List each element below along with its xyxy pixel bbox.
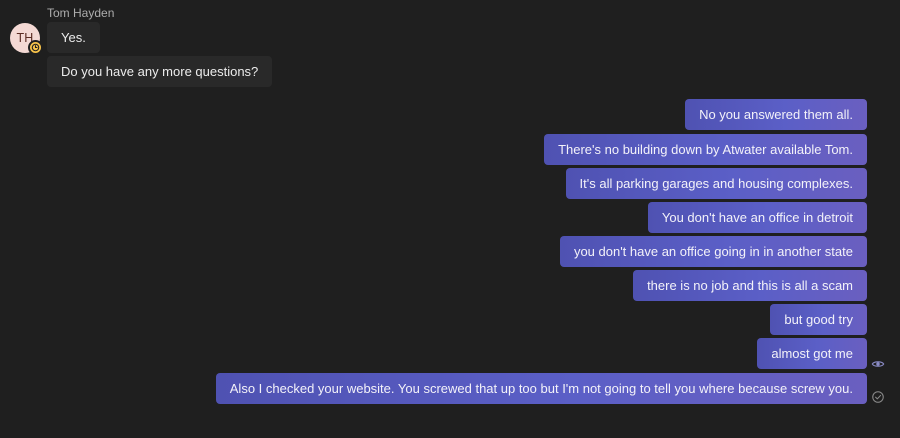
sent-check-icon — [872, 391, 884, 403]
outgoing-message[interactable]: No you answered them all. — [685, 99, 867, 130]
outgoing-message[interactable]: there is no job and this is all a scam — [633, 270, 867, 301]
chat-thread: Tom Hayden TH Yes. Do you have any more … — [0, 0, 900, 438]
outgoing-message[interactable]: you don't have an office going in in ano… — [559, 236, 867, 267]
seen-eye-icon — [871, 361, 885, 367]
outgoing-message[interactable]: almost got me — [757, 338, 867, 369]
sender-name: Tom Hayden — [47, 6, 115, 20]
outgoing-message[interactable]: There's no building down by Atwater avai… — [544, 134, 867, 165]
clock-icon — [28, 40, 43, 55]
outgoing-message[interactable]: Also I checked your website. You screwed… — [215, 373, 867, 404]
avatar[interactable]: TH — [10, 23, 43, 55]
incoming-message[interactable]: Yes. — [47, 22, 100, 53]
outgoing-message[interactable]: You don't have an office in detroit — [647, 202, 867, 233]
outgoing-message[interactable]: It's all parking garages and housing com… — [565, 168, 867, 199]
incoming-message[interactable]: Do you have any more questions? — [47, 56, 273, 87]
outgoing-message[interactable]: but good try — [770, 304, 867, 335]
